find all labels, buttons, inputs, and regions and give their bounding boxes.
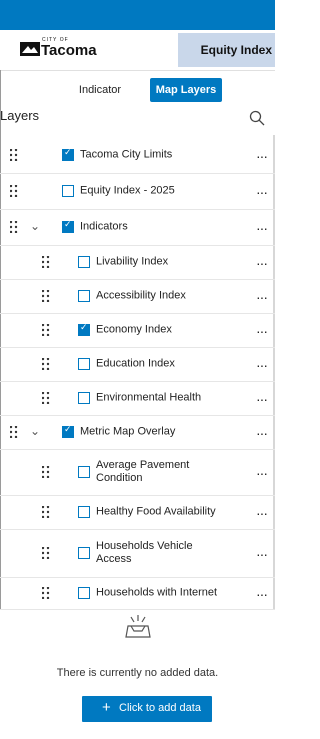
tab-indicator[interactable]: Indicator <box>60 78 140 102</box>
layer-label: Education Index <box>96 357 175 370</box>
panel-tabs: Indicator Map Layers <box>0 70 275 108</box>
layer-label: Livability Index <box>96 255 169 268</box>
layer-checkbox[interactable] <box>78 290 90 302</box>
empty-inbox-icon <box>125 615 151 638</box>
layer-checkbox[interactable] <box>78 466 90 478</box>
drag-handle-icon[interactable] <box>42 358 50 370</box>
layer-checkbox[interactable] <box>62 424 74 438</box>
drag-handle-icon[interactable] <box>42 256 50 268</box>
layer-row[interactable]: Livability Index ··· <box>0 245 275 280</box>
layer-row[interactable]: Average Pavement Condition ··· <box>0 449 275 496</box>
layer-checkbox[interactable] <box>62 185 74 197</box>
layer-label: Households Vehicle Access <box>96 540 193 565</box>
layer-label: Accessibility Index <box>96 289 186 302</box>
drag-handle-icon[interactable] <box>42 392 50 404</box>
drag-handle-icon[interactable] <box>42 506 50 518</box>
drag-handle-icon[interactable] <box>42 547 50 559</box>
drag-handle-icon[interactable] <box>42 466 50 478</box>
layer-row[interactable]: Tacoma City Limits ··· <box>0 137 275 174</box>
more-options-icon[interactable]: ··· <box>256 546 268 562</box>
layer-row[interactable]: Households Vehicle Access ··· <box>0 529 275 578</box>
logo-tacoma: Tacoma <box>41 42 97 59</box>
layer-checkbox[interactable] <box>78 322 90 336</box>
tacoma-logo: CITY OF Tacoma <box>20 37 97 60</box>
layer-label: Environmental Health <box>96 391 202 404</box>
layer-label: Average Pavement Condition <box>96 459 190 484</box>
drag-handle-icon[interactable] <box>42 324 50 336</box>
drag-handle-icon[interactable] <box>10 221 18 233</box>
tacoma-logo-mark <box>20 42 40 56</box>
app-top-bar <box>0 0 275 30</box>
layer-label: Households with Internet <box>96 586 218 599</box>
layer-row[interactable]: Education Index ··· <box>0 347 275 382</box>
plus-icon: + <box>102 699 111 716</box>
empty-data-message: There is currently no added data. <box>56 667 219 679</box>
layer-row[interactable]: Economy Index ··· <box>0 313 275 348</box>
layer-checkbox[interactable] <box>78 358 90 370</box>
more-options-icon[interactable]: ··· <box>256 505 268 521</box>
drag-handle-icon[interactable] <box>10 149 18 161</box>
chevron-down-icon[interactable]: ⌄ <box>30 219 40 233</box>
layer-checkbox[interactable] <box>78 587 90 599</box>
layer-label: Metric Map Overlay <box>80 425 176 438</box>
more-options-icon[interactable]: ··· <box>256 255 268 271</box>
drag-handle-icon[interactable] <box>10 185 18 197</box>
layer-label: Healthy Food Availability <box>96 505 216 518</box>
layer-row[interactable]: Accessibility Index ··· <box>0 279 275 314</box>
layer-label: Indicators <box>80 220 128 233</box>
layer-row[interactable]: ⌄ Metric Map Overlay ··· <box>0 415 275 450</box>
layer-label: Tacoma City Limits <box>80 148 173 161</box>
app-title: Equity Index <box>200 43 272 57</box>
layer-label: Economy Index <box>96 323 172 336</box>
layer-row[interactable]: Healthy Food Availability ··· <box>0 495 275 530</box>
layer-checkbox[interactable] <box>78 547 90 559</box>
more-options-icon[interactable]: ··· <box>256 220 268 236</box>
more-options-icon[interactable]: ··· <box>256 465 268 481</box>
more-options-icon[interactable]: ··· <box>256 586 268 602</box>
layer-row[interactable]: ⌄ Indicators ··· <box>0 209 275 246</box>
add-data-button[interactable]: + Click to add data <box>82 696 212 722</box>
layer-checkbox[interactable] <box>62 219 74 233</box>
layer-checkbox[interactable] <box>78 392 90 404</box>
layer-checkbox[interactable] <box>78 506 90 518</box>
more-options-icon[interactable]: ··· <box>256 323 268 339</box>
more-options-icon[interactable]: ··· <box>256 184 268 200</box>
equity-index-title-tab[interactable]: Equity Index <box>178 33 275 67</box>
drag-handle-icon[interactable] <box>42 587 50 599</box>
add-data-label: Click to add data <box>119 702 201 714</box>
more-options-icon[interactable]: ··· <box>256 425 268 441</box>
tab-map-layers[interactable]: Map Layers <box>150 78 222 102</box>
layer-row[interactable]: Households with Internet ··· <box>0 577 275 610</box>
layer-row[interactable]: Environmental Health ··· <box>0 381 275 416</box>
layers-heading: Layers <box>0 108 40 123</box>
more-options-icon[interactable]: ··· <box>256 391 268 407</box>
drag-handle-icon[interactable] <box>10 426 18 438</box>
more-options-icon[interactable]: ··· <box>256 289 268 305</box>
layer-label: Equity Index - 2025 <box>80 184 175 197</box>
drag-handle-icon[interactable] <box>42 290 50 302</box>
layer-row[interactable]: Equity Index - 2025 ··· <box>0 173 275 210</box>
layer-checkbox[interactable] <box>62 147 74 161</box>
more-options-icon[interactable]: ··· <box>256 148 268 164</box>
chevron-down-icon[interactable]: ⌄ <box>30 424 40 438</box>
more-options-icon[interactable]: ··· <box>256 357 268 373</box>
layer-checkbox[interactable] <box>78 256 90 268</box>
search-icon[interactable] <box>249 110 265 126</box>
